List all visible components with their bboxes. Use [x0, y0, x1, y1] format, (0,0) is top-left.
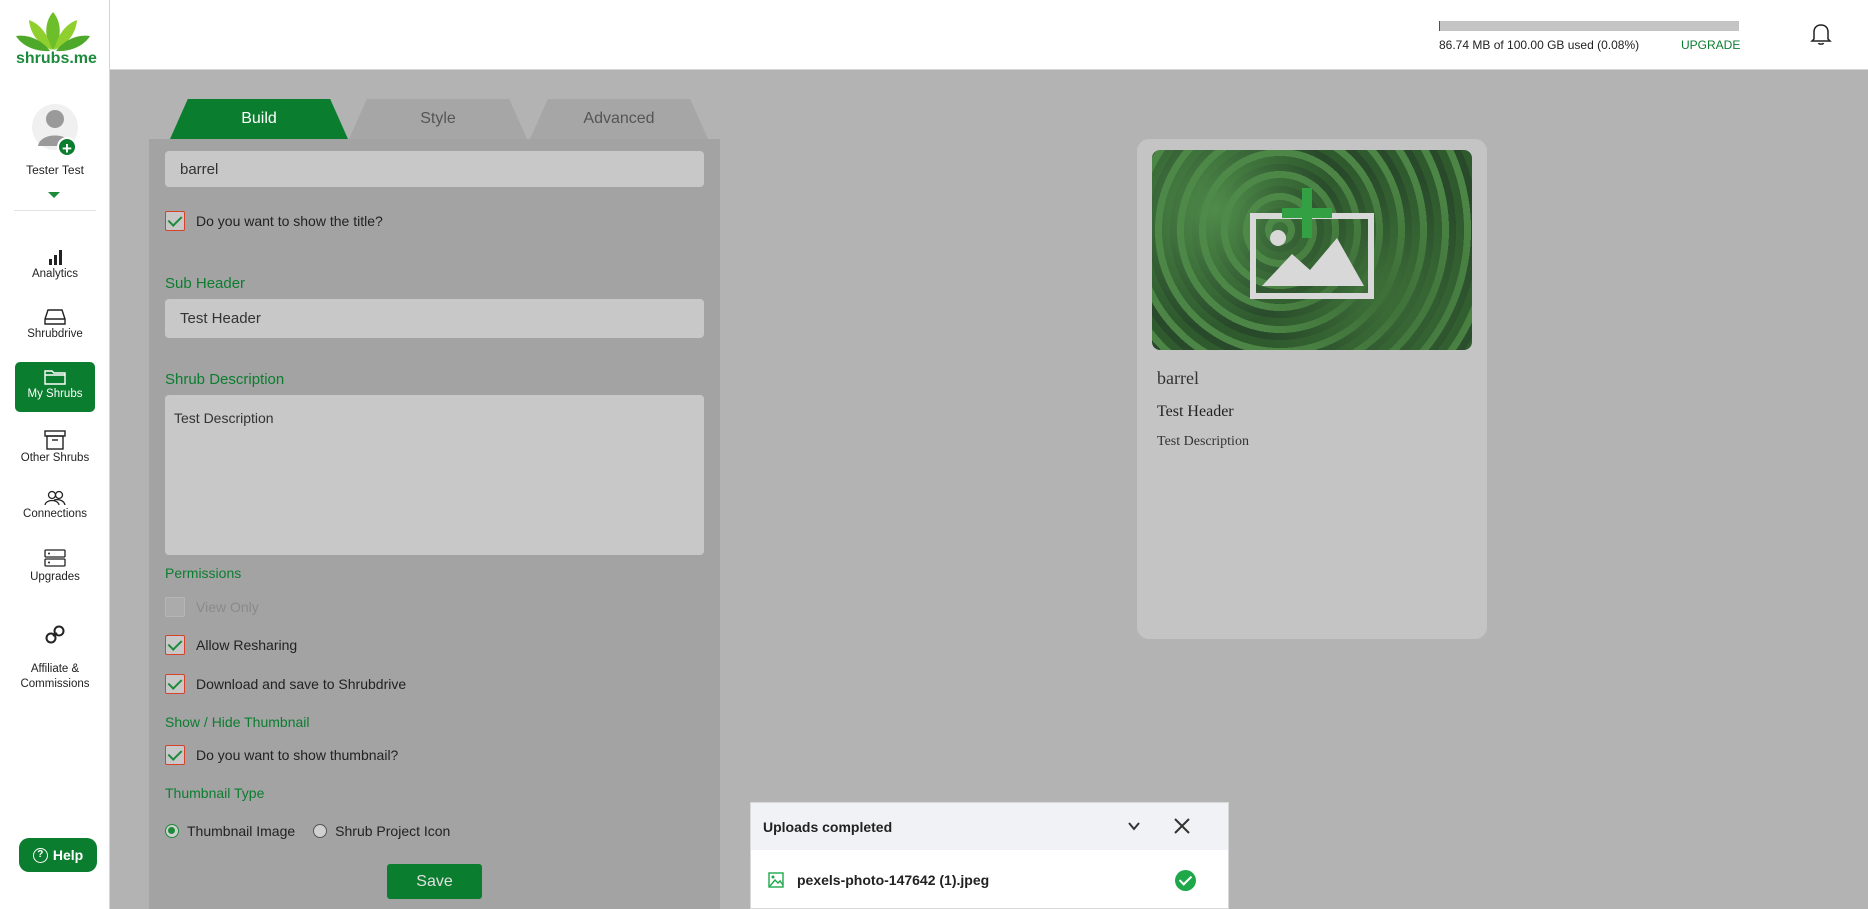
storage-usage-text: 86.74 MB of 100.00 GB used (0.08%): [1439, 38, 1640, 52]
permissions-label: Permissions: [165, 565, 242, 581]
download-checkbox[interactable]: [165, 674, 185, 694]
project-icon-label: Shrub Project Icon: [335, 823, 451, 839]
help-button[interactable]: ? Help: [19, 838, 97, 872]
storage-usage-bar: [1439, 21, 1739, 31]
upgrade-link[interactable]: UPGRADE: [1681, 38, 1740, 52]
sidebar-divider: [14, 210, 96, 211]
bar-chart-icon: [49, 250, 62, 265]
sidebar-item-my-shrubs[interactable]: My Shrubs: [15, 362, 95, 412]
tab-style[interactable]: Style: [349, 99, 527, 139]
thumbnail-section-label: Show / Hide Thumbnail: [165, 714, 310, 730]
sidebar-item-label: Upgrades: [30, 571, 80, 583]
sidebar-item-label: Connections: [23, 508, 87, 520]
link-icon: [45, 625, 65, 644]
tab-build[interactable]: Build: [170, 99, 348, 139]
upload-heading: Uploads completed: [763, 818, 893, 835]
image-file-icon: [768, 872, 784, 888]
preview-title: barrel: [1157, 368, 1199, 388]
sidebar-item-label: My Shrubs: [27, 388, 83, 400]
sidebar-item-other-shrubs[interactable]: Other Shrubs: [15, 424, 95, 474]
sidebar-item-label: Shrubdrive: [27, 328, 83, 340]
show-thumbnail-checkbox[interactable]: [165, 745, 185, 765]
add-avatar-icon[interactable]: +: [57, 137, 77, 158]
sidebar-item-label: Analytics: [31, 268, 79, 280]
show-title-label: Do you want to show the title?: [196, 213, 383, 229]
help-label: Help: [52, 847, 84, 863]
users-icon: [44, 490, 66, 506]
drive-icon: [44, 309, 66, 325]
sidebar-item-connections[interactable]: Connections: [15, 484, 95, 534]
thumbnail-type-options: Thumbnail Image Shrub Project Icon: [165, 823, 450, 839]
archive-icon: [44, 430, 66, 450]
view-only-label: View Only: [196, 599, 259, 615]
title-input[interactable]: barrel: [165, 151, 704, 187]
preview-description: Test Description: [1157, 434, 1249, 449]
download-label: Download and save to Shrubdrive: [196, 676, 407, 692]
sidebar-item-shrubdrive[interactable]: Shrubdrive: [15, 302, 95, 352]
sidebar-item-label: Affiliate & Commissions: [20, 663, 90, 690]
server-icon: [44, 549, 66, 567]
add-image-icon: [1250, 188, 1374, 299]
allow-resharing-label: Allow Resharing: [196, 637, 298, 653]
project-icon-radio[interactable]: [313, 824, 328, 838]
preview-thumbnail[interactable]: [1152, 150, 1472, 350]
sub-header-label: Sub Header: [165, 275, 246, 292]
preview-card: barrel Test Header Test Description: [1137, 139, 1487, 639]
notification-bell-icon[interactable]: [1810, 22, 1832, 46]
save-button[interactable]: Save: [387, 864, 482, 899]
show-title-checkbox-row[interactable]: Do you want to show the title?: [165, 211, 383, 231]
close-icon[interactable]: [1173, 817, 1191, 835]
sidebar-item-affiliate[interactable]: Affiliate & Commissions: [15, 604, 95, 690]
upload-file-row: pexels-photo-147642 (1).jpeg: [751, 850, 1228, 909]
thumbnail-type-label: Thumbnail Type: [165, 785, 265, 801]
show-thumbnail-label: Do you want to show thumbnail?: [196, 747, 399, 763]
upload-panel-header: Uploads completed: [751, 803, 1228, 850]
description-textarea[interactable]: Test Description: [165, 395, 704, 555]
upload-success-check-icon: [1175, 870, 1196, 891]
show-title-checkbox[interactable]: [165, 211, 185, 231]
help-question-icon: ?: [32, 847, 48, 863]
folder-icon: [44, 370, 66, 385]
user-menu-caret-icon[interactable]: [48, 192, 60, 198]
allow-resharing-checkbox-row[interactable]: Allow Resharing: [165, 635, 297, 655]
view-only-checkbox-row[interactable]: View Only: [165, 597, 259, 617]
show-thumbnail-checkbox-row[interactable]: Do you want to show thumbnail?: [165, 745, 398, 765]
brand-name: shrubs.me: [16, 50, 97, 67]
sidebar-item-upgrades[interactable]: Upgrades: [15, 543, 95, 593]
tab-advanced[interactable]: Advanced: [530, 99, 708, 139]
top-header: 86.74 MB of 100.00 GB used (0.08%) UPGRA…: [110, 0, 1868, 70]
sub-header-input[interactable]: Test Header: [165, 299, 704, 338]
user-name: Tester Test: [26, 163, 84, 177]
thumbnail-image-label: Thumbnail Image: [187, 823, 296, 839]
shrubs-logo-icon[interactable]: [14, 10, 92, 52]
sidebar-item-label: Other Shrubs: [20, 452, 90, 464]
upload-file-name: pexels-photo-147642 (1).jpeg: [797, 872, 990, 888]
thumbnail-image-radio[interactable]: [165, 824, 179, 838]
chevron-down-icon[interactable]: [1127, 819, 1141, 833]
description-label: Shrub Description: [165, 371, 285, 388]
sidebar: shrubs.me + Tester Test Analytics Shrubd…: [0, 0, 110, 909]
allow-resharing-checkbox[interactable]: [165, 635, 185, 655]
view-only-checkbox[interactable]: [165, 597, 185, 617]
upload-status-panel: Uploads completed pexels-photo-147642 (1…: [750, 802, 1229, 909]
download-checkbox-row[interactable]: Download and save to Shrubdrive: [165, 674, 406, 694]
sidebar-item-analytics[interactable]: Analytics: [15, 242, 95, 292]
preview-sub-header: Test Header: [1157, 403, 1234, 420]
